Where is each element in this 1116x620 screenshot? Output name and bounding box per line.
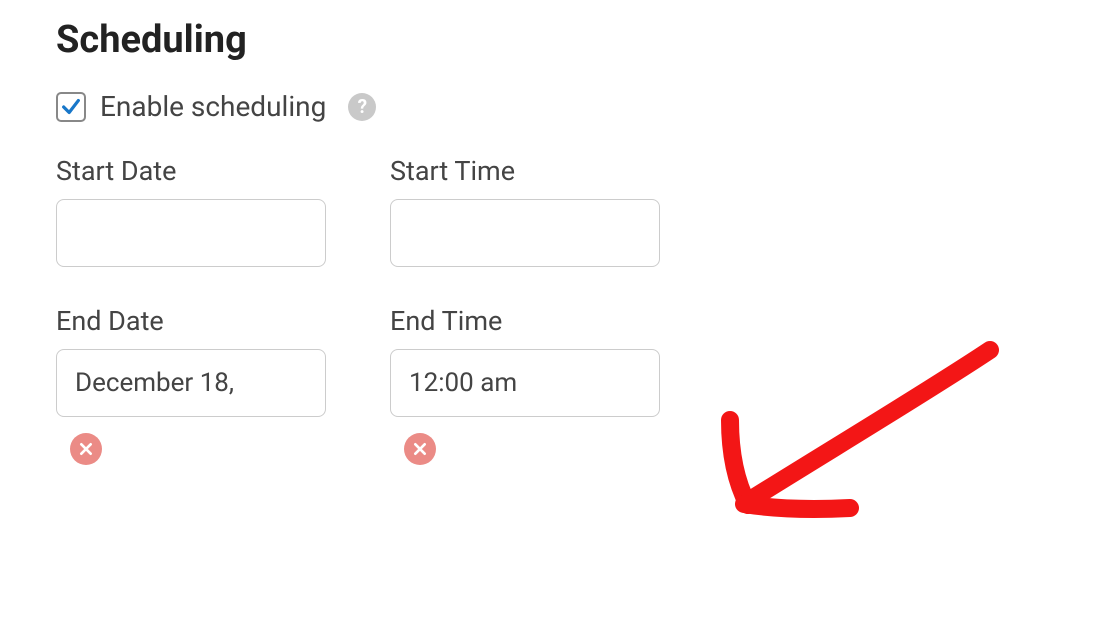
start-date-input[interactable]	[56, 199, 326, 267]
end-date-label: End Date	[56, 305, 326, 337]
enable-scheduling-checkbox[interactable]	[56, 92, 86, 122]
end-time-label: End Time	[390, 305, 660, 337]
start-date-label: Start Date	[56, 155, 326, 187]
start-date-group: Start Date	[56, 155, 326, 267]
clear-end-time-button[interactable]	[404, 433, 436, 465]
start-time-label: Start Time	[390, 155, 660, 187]
enable-scheduling-row: Enable scheduling ?	[56, 90, 1060, 123]
help-icon[interactable]: ?	[348, 93, 376, 121]
end-date-group: End Date	[56, 305, 326, 465]
enable-scheduling-label: Enable scheduling	[100, 90, 326, 123]
end-time-group: End Time	[390, 305, 660, 465]
start-time-input[interactable]	[390, 199, 660, 267]
clear-end-date-button[interactable]	[70, 433, 102, 465]
checkmark-icon	[60, 96, 82, 118]
end-date-input[interactable]	[56, 349, 326, 417]
section-heading: Scheduling	[56, 18, 1060, 62]
close-icon	[78, 441, 94, 457]
close-icon	[412, 441, 428, 457]
start-time-group: Start Time	[390, 155, 660, 267]
end-time-input[interactable]	[390, 349, 660, 417]
